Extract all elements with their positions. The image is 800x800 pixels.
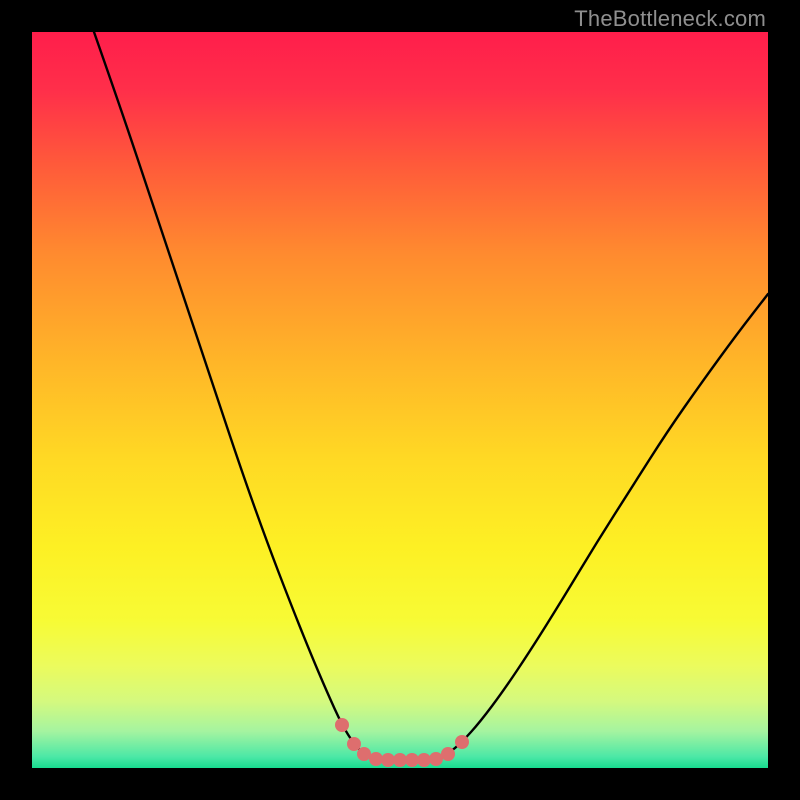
- marker-dot: [441, 747, 455, 761]
- marker-dot: [357, 747, 371, 761]
- marker-dot: [347, 737, 361, 751]
- marker-dot: [417, 753, 431, 767]
- watermark-text: TheBottleneck.com: [574, 6, 766, 32]
- marker-dot: [369, 752, 383, 766]
- marker-dot: [429, 752, 443, 766]
- plot-frame: [32, 32, 768, 768]
- marker-dot: [393, 753, 407, 767]
- marker-dot: [335, 718, 349, 732]
- marker-dot: [405, 753, 419, 767]
- gradient-backdrop: [32, 32, 768, 768]
- marker-dot: [381, 753, 395, 767]
- bottleneck-plot: [32, 32, 768, 768]
- marker-dot: [455, 735, 469, 749]
